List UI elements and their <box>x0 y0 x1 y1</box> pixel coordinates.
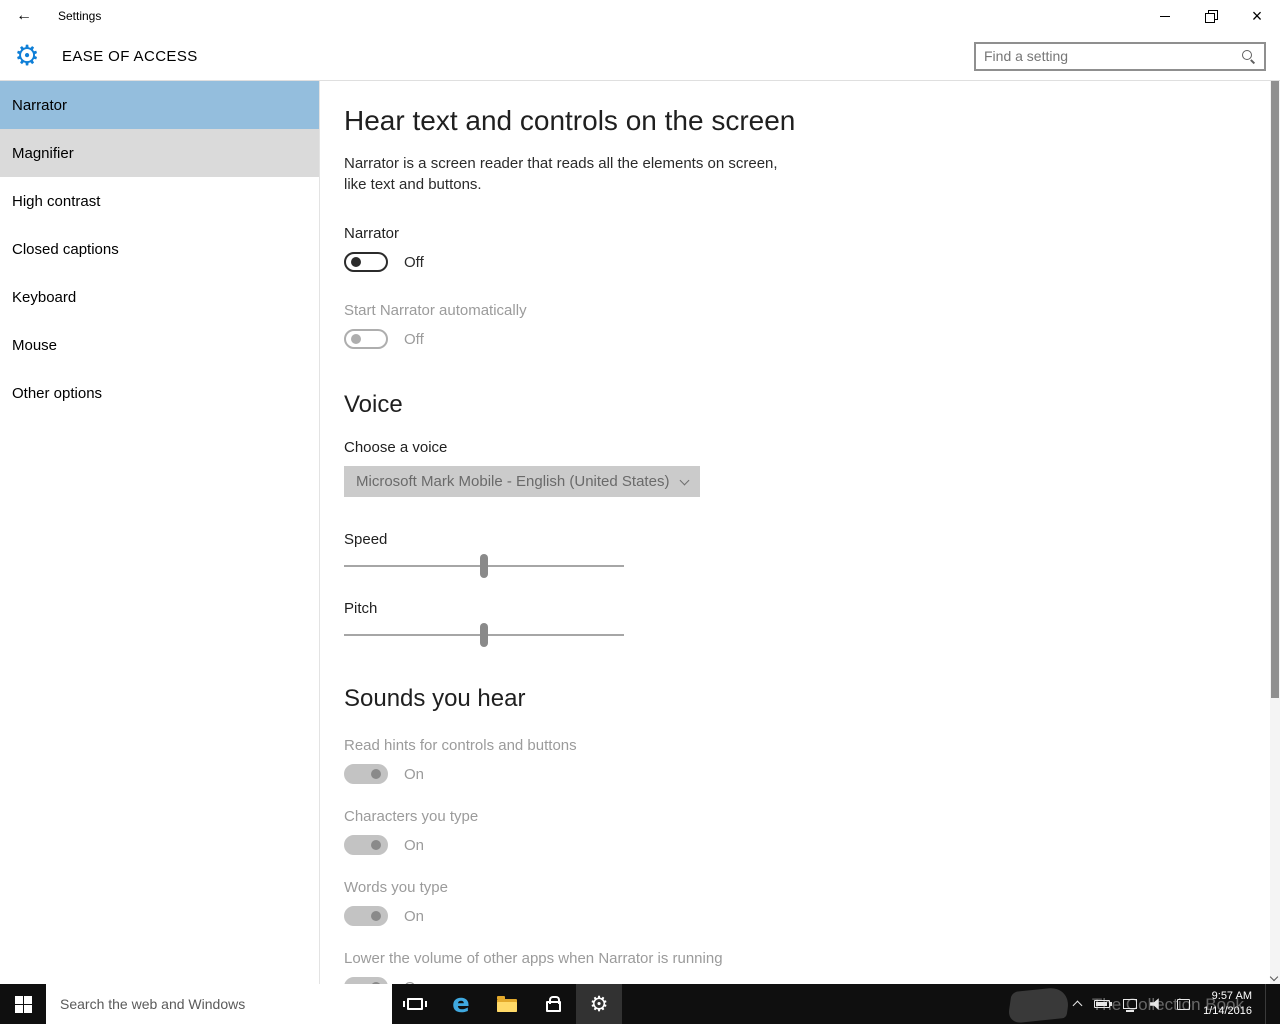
read-hints-toggle[interactable] <box>344 764 388 784</box>
characters-you-type-label: Characters you type <box>344 808 479 825</box>
clock-date: 1/14/2016 <box>1203 1005 1252 1017</box>
windows-logo-icon <box>14 995 32 1013</box>
toggle-knob <box>371 840 381 850</box>
pitch-label: Pitch <box>344 600 378 617</box>
lower-volume-label: Lower the volume of other apps when Narr… <box>344 950 723 967</box>
file-explorer-button[interactable] <box>484 984 530 1024</box>
lower-volume-toggle[interactable] <box>344 977 388 984</box>
sidebar: Narrator Magnifier High contrast Closed … <box>0 81 320 984</box>
close-icon: × <box>1251 6 1263 26</box>
voice-dropdown[interactable]: Microsoft Mark Mobile - English (United … <box>344 466 700 497</box>
system-tray: 9:57 AM 1/14/2016 <box>1072 984 1280 1024</box>
folder-icon <box>497 996 517 1012</box>
words-you-type-toggle[interactable] <box>344 906 388 926</box>
read-hints-toggle-row: On <box>344 764 1280 784</box>
clock-time: 9:57 AM <box>1211 990 1252 1003</box>
chevron-down-icon <box>679 475 690 485</box>
characters-you-type-toggle[interactable] <box>344 835 388 855</box>
edge-icon: e <box>452 989 470 1019</box>
taskbar-clock[interactable]: 9:57 AM 1/14/2016 <box>1203 989 1252 1019</box>
network-icon[interactable] <box>1123 999 1138 1012</box>
back-button[interactable]: ← <box>0 0 48 32</box>
gear-icon: ⚙ <box>589 992 609 1016</box>
restore-button[interactable] <box>1188 0 1234 32</box>
sidebar-item-closed-captions[interactable]: Closed captions <box>0 225 319 273</box>
scrollbar[interactable] <box>1269 81 1280 984</box>
scroll-down-icon[interactable] <box>1269 972 1279 982</box>
taskbar-search[interactable] <box>46 984 392 1024</box>
start-narrator-toggle-row: Off <box>344 329 1280 349</box>
search-input[interactable] <box>976 48 1241 64</box>
toggle-knob <box>351 257 361 267</box>
show-desktop-button[interactable] <box>1265 984 1270 1024</box>
taskbar-search-input[interactable] <box>46 996 392 1012</box>
speed-slider-thumb[interactable] <box>480 554 488 578</box>
page-title: EASE OF ACCESS <box>62 47 198 65</box>
narrator-toggle-state: Off <box>404 253 424 271</box>
toggle-knob <box>371 769 381 779</box>
content-panel: Hear text and controls on the screen Nar… <box>320 81 1280 984</box>
speed-label: Speed <box>344 531 388 548</box>
narrator-description: Narrator is a screen reader that reads a… <box>344 155 778 193</box>
sidebar-item-mouse[interactable]: Mouse <box>0 321 319 369</box>
toggle-knob <box>371 911 381 921</box>
action-center-icon[interactable] <box>1177 998 1191 1010</box>
settings-window: ← Settings × ⚙ EASE OF ACCESS Narrator M… <box>0 0 1280 1024</box>
settings-gear-icon: ⚙ <box>14 40 40 71</box>
start-narrator-toggle-state: Off <box>404 330 424 348</box>
sidebar-item-magnifier[interactable]: Magnifier <box>0 129 319 177</box>
search-box[interactable] <box>974 41 1266 71</box>
pitch-slider[interactable] <box>344 623 624 647</box>
characters-you-type-toggle-row: On <box>344 835 1280 855</box>
search-icon <box>1241 49 1256 64</box>
words-you-type-toggle-row: On <box>344 906 1280 926</box>
sidebar-item-other-options[interactable]: Other options <box>0 369 319 417</box>
restore-icon <box>1205 10 1218 23</box>
page-header: ⚙ EASE OF ACCESS <box>0 32 1280 80</box>
voice-dropdown-value: Microsoft Mark Mobile - English (United … <box>356 473 670 490</box>
scrollbar-thumb[interactable] <box>1271 81 1279 698</box>
characters-you-type-toggle-state: On <box>404 836 425 854</box>
sidebar-item-high-contrast[interactable]: High contrast <box>0 177 319 225</box>
narrator-toggle-label: Narrator <box>344 225 400 242</box>
section-heading: Hear text and controls on the screen <box>344 105 796 136</box>
toggle-knob <box>351 334 361 344</box>
task-view-button[interactable] <box>392 984 438 1024</box>
taskbar: e ⚙ 9:57 AM 1/14/2016 <box>0 984 1280 1024</box>
speed-slider[interactable] <box>344 554 624 578</box>
close-button[interactable]: × <box>1234 0 1280 32</box>
battery-icon[interactable] <box>1094 1000 1113 1008</box>
start-narrator-label: Start Narrator automatically <box>344 302 527 319</box>
words-you-type-label: Words you type <box>344 879 448 896</box>
window-controls: × <box>1142 0 1280 32</box>
window-title: Settings <box>58 9 102 23</box>
back-icon: ← <box>16 7 32 24</box>
main-area: Narrator Magnifier High contrast Closed … <box>0 80 1280 984</box>
titlebar: ← Settings × <box>0 0 1280 32</box>
read-hints-toggle-state: On <box>404 765 425 783</box>
settings-taskbar-button[interactable]: ⚙ <box>576 984 622 1024</box>
read-hints-label: Read hints for controls and buttons <box>344 737 577 754</box>
narrator-toggle-row: Off <box>344 252 1280 272</box>
sidebar-item-keyboard[interactable]: Keyboard <box>0 273 319 321</box>
voice-heading: Voice <box>344 391 403 418</box>
start-narrator-toggle[interactable] <box>344 329 388 349</box>
minimize-button[interactable] <box>1142 0 1188 32</box>
sidebar-item-narrator[interactable]: Narrator <box>0 81 319 129</box>
words-you-type-toggle-state: On <box>404 907 425 925</box>
narrator-toggle[interactable] <box>344 252 388 272</box>
sounds-heading: Sounds you hear <box>344 685 526 712</box>
store-button[interactable] <box>530 984 576 1024</box>
pitch-slider-thumb[interactable] <box>480 623 488 647</box>
volume-icon[interactable] <box>1150 998 1159 1010</box>
choose-voice-label: Choose a voice <box>344 439 448 456</box>
start-button[interactable] <box>0 984 46 1024</box>
task-view-icon <box>403 998 427 1010</box>
store-bag-icon <box>545 996 561 1012</box>
minimize-icon <box>1160 15 1170 17</box>
tray-expand-icon[interactable] <box>1072 1000 1083 1011</box>
edge-button[interactable]: e <box>438 984 484 1024</box>
lower-volume-toggle-row: On <box>344 977 1280 984</box>
